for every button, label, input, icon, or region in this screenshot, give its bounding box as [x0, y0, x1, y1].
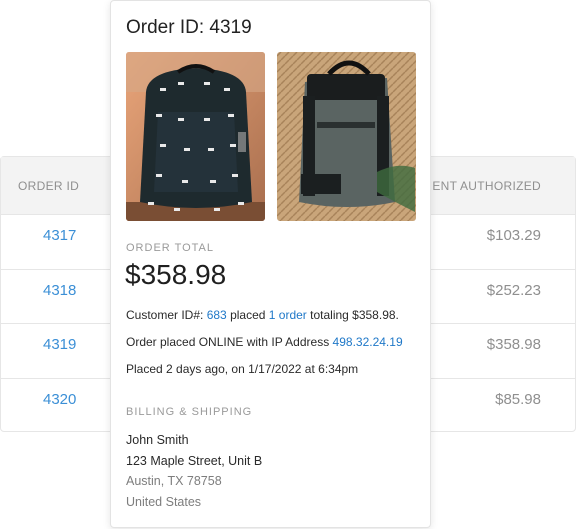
address-street: 123 Maple Street, Unit B [126, 454, 263, 468]
customer-prefix: Customer ID#: [126, 308, 207, 322]
order-id-link[interactable]: 4319 [43, 336, 76, 353]
address-name: John Smith [126, 433, 189, 447]
ip-address-link[interactable]: 498.32.24.19 [333, 335, 403, 349]
column-header-payment-authorized[interactable]: MENT AUTHORIZED [422, 179, 541, 193]
ip-prefix: Order placed ONLINE with IP Address [126, 335, 333, 349]
amount-cell: $252.23 [486, 281, 541, 299]
order-detail-popover: Order ID: 4319 ORDER TOTAL $358.98 Custo… [110, 0, 431, 528]
ip-summary: Order placed ONLINE with IP Address 498.… [126, 335, 403, 349]
address-city: Austin, TX 78758 [126, 474, 222, 488]
billing-shipping-label: BILLING & SHIPPING [126, 406, 253, 418]
orders-count-link[interactable]: 1 order [269, 308, 307, 322]
order-total-value: $358.98 [125, 259, 227, 290]
amount-cell: $85.98 [495, 390, 541, 408]
popover-title: Order ID: 4319 [126, 17, 252, 38]
order-id-link[interactable]: 4320 [43, 391, 76, 408]
amount-cell: $103.29 [486, 227, 541, 244]
order-id-link[interactable]: 4317 [43, 227, 76, 244]
customer-suffix: totaling $358.98. [306, 308, 399, 322]
customer-id-link[interactable]: 683 [207, 308, 227, 322]
order-id-link[interactable]: 4318 [43, 282, 76, 299]
product-image-black-backpack[interactable] [126, 52, 265, 221]
product-image-grey-backpack[interactable] [277, 52, 416, 221]
address-country: United States [126, 495, 202, 509]
customer-summary: Customer ID#: 683 placed 1 order totalin… [126, 308, 399, 322]
placed-date: Placed 2 days ago, on 1/17/2022 at 6:34p… [126, 362, 359, 376]
column-header-order-id[interactable]: ORDER ID [18, 179, 79, 193]
amount-cell: $358.98 [486, 336, 541, 353]
order-total-label: ORDER TOTAL [126, 242, 215, 254]
customer-mid: placed [226, 308, 269, 322]
